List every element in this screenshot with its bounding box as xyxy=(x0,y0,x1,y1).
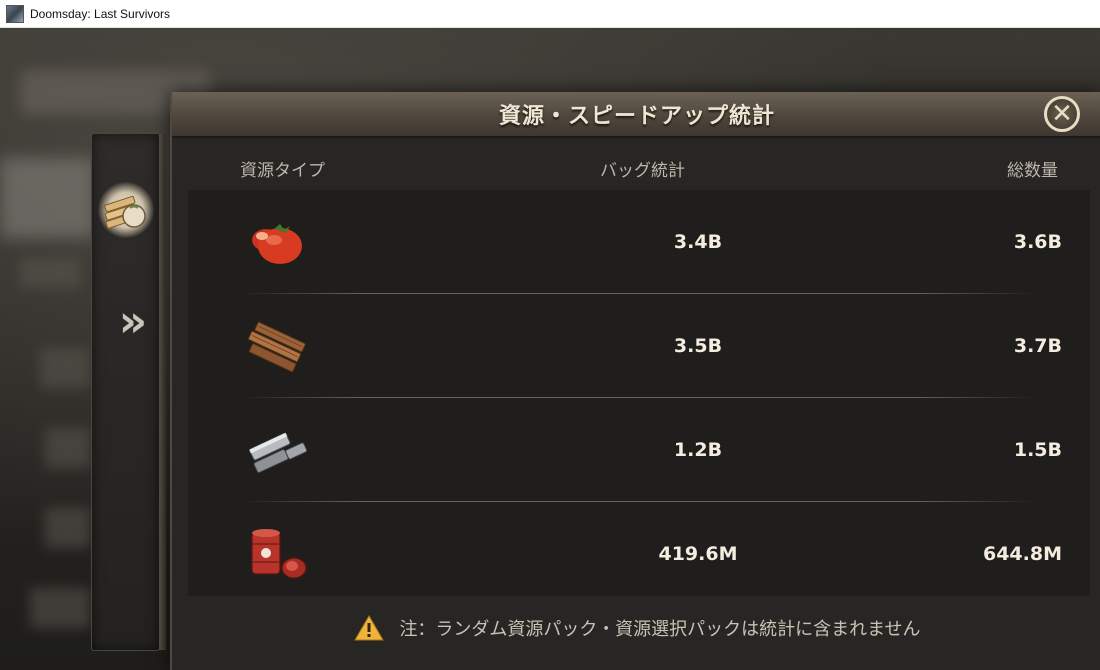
total-value: 644.8M xyxy=(982,543,1062,565)
tab-resources[interactable] xyxy=(98,182,154,238)
bag-value: 3.5B xyxy=(673,335,723,357)
table-row: 3.4B 3.6B xyxy=(238,190,1062,294)
wood-planks-icon xyxy=(248,321,306,373)
close-button[interactable]: ✕ xyxy=(1044,96,1080,132)
speedup-chevron-icon: » xyxy=(118,296,148,347)
resource-crate-icon xyxy=(104,195,146,229)
table-row: 3.5B 3.7B xyxy=(238,294,1062,398)
total-value: 1.5B xyxy=(1013,439,1062,461)
blurred-item xyxy=(45,508,90,548)
warning-triangle-icon xyxy=(354,615,385,641)
tomato-food-icon xyxy=(252,224,302,264)
header-bag-stats: バッグ統計 xyxy=(600,161,685,181)
blurred-item xyxy=(45,428,90,468)
dialog-title: 資源・スピードアップ統計 xyxy=(498,104,775,129)
total-value: 3.6B xyxy=(1013,231,1062,253)
dialog-header: 資源・スピードアップ統計 ✕ xyxy=(172,92,1100,138)
footnote-text: 注：ランダム資源パック・資源選択パックは統計に含まれません xyxy=(399,619,921,640)
total-value: 3.7B xyxy=(1013,335,1062,357)
window-title: Doomsday: Last Survivors xyxy=(30,6,171,21)
close-x-icon: ✕ xyxy=(1051,99,1073,129)
table-row: 1.2B 1.5B xyxy=(238,398,1062,502)
app-icon xyxy=(6,4,24,23)
bag-value: 3.4B xyxy=(673,231,723,253)
blurred-panel xyxy=(0,158,95,238)
oil-barrels-icon xyxy=(251,529,307,579)
resource-table: 3.4B 3.6B 3.5B 3.7B 1.2B 1.5B 419.6M 644… xyxy=(188,190,1090,596)
steel-ingots-icon xyxy=(249,432,308,474)
side-tab-column: » xyxy=(91,133,166,651)
blurred-item xyxy=(40,348,90,388)
bag-value: 1.2B xyxy=(673,439,723,461)
footnote: 注：ランダム資源パック・資源選択パックは統計に含まれません xyxy=(172,610,1100,646)
header-resource-type: 資源タイプ xyxy=(240,161,325,181)
side-post-decoration xyxy=(159,134,166,650)
table-row: 419.6M 644.8M xyxy=(238,502,1062,606)
stats-dialog: 資源・スピードアップ統計 ✕ 資源タイプ バッグ統計 総数量 3.4B 3.6B xyxy=(170,92,1100,670)
window-titlebar: Doomsday: Last Survivors xyxy=(0,0,1100,28)
blurred-item xyxy=(30,588,90,628)
bag-value: 419.6M xyxy=(658,543,738,565)
header-total-amount: 総数量 xyxy=(1007,161,1058,181)
blurred-item xyxy=(20,258,80,288)
tab-speedups[interactable]: » xyxy=(98,294,154,350)
